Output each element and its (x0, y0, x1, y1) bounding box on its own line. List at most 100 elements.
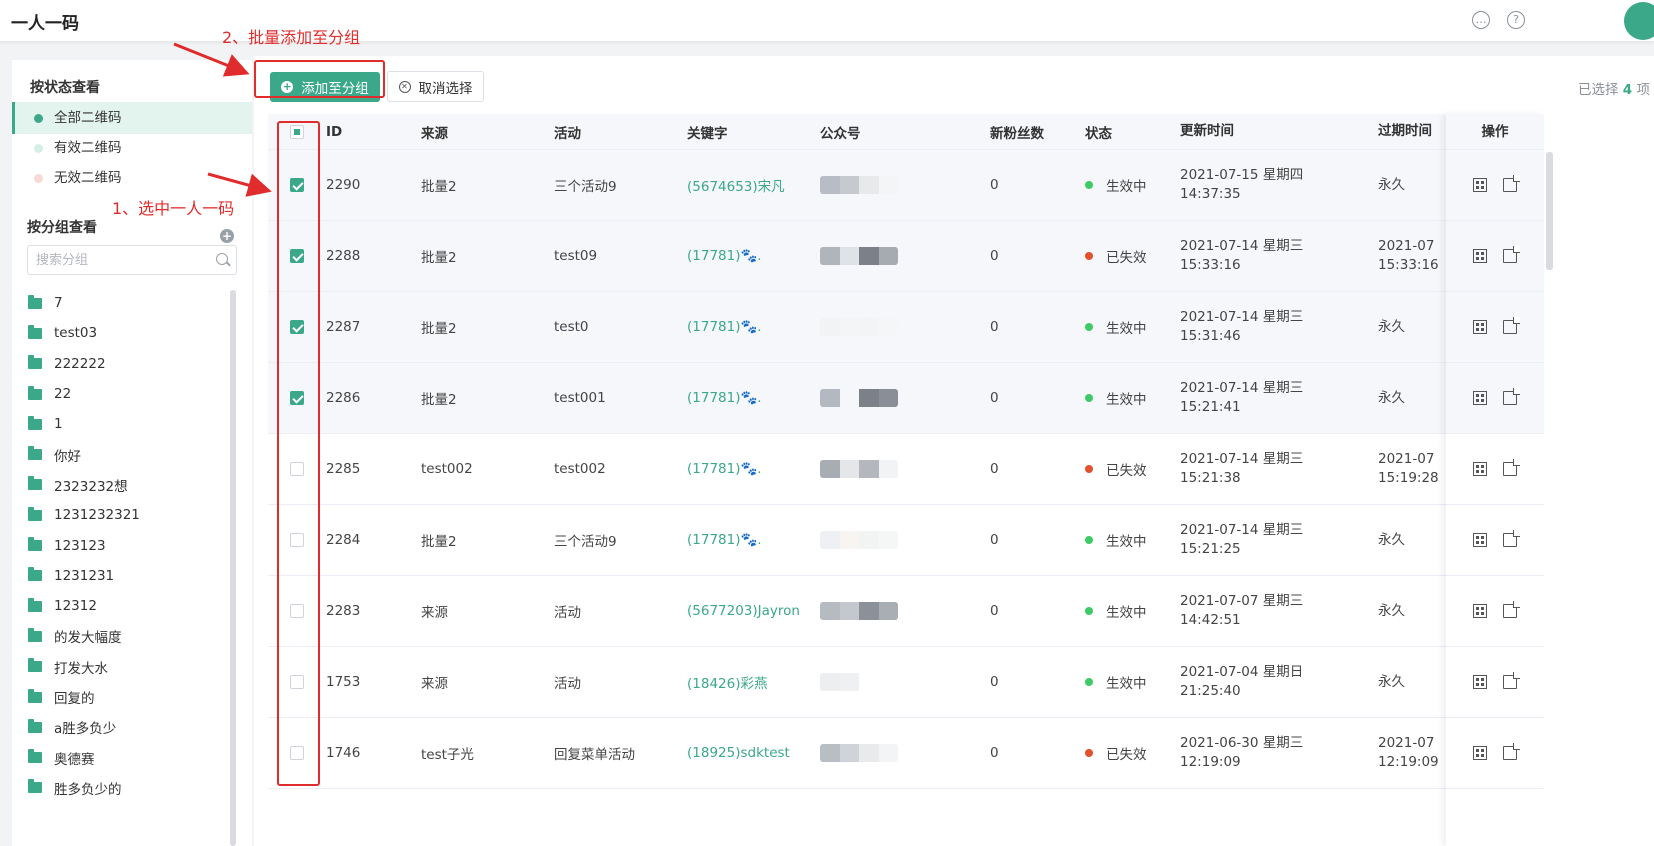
cell-new-fans: 0 (990, 745, 999, 761)
cell-id: 1753 (326, 674, 361, 690)
table-row[interactable]: 2287 批量2 test0 (17781)🐾. 0 生效中 2021-07-14 星期三 1… (268, 292, 1544, 363)
public-account-blurred (820, 389, 898, 407)
cell-expire-date: 2021-07 (1378, 735, 1435, 751)
add-group-icon[interactable]: + (220, 229, 234, 243)
header-keyword[interactable]: 关键字 (687, 122, 820, 142)
status-filter-item[interactable]: 无效二维码 (12, 162, 252, 194)
cell-keyword[interactable]: (17781)🐾. (687, 461, 820, 477)
cell-keyword[interactable]: (5674653)宋凡 (687, 175, 820, 195)
cell-source: 批量2 (421, 534, 457, 550)
qrcode-icon[interactable] (1473, 675, 1487, 689)
cell-status: 已失效 (1106, 747, 1147, 763)
status-dot-icon (1085, 536, 1093, 544)
sidebar-scrollbar[interactable] (230, 290, 236, 846)
header-updated-time[interactable]: 更新时间 (1180, 122, 1378, 141)
cell-keyword[interactable]: (18426)彩燕 (687, 672, 820, 692)
header-public-account[interactable]: 公众号 (820, 122, 990, 142)
cell-activity: 回复菜单活动 (554, 747, 635, 763)
qrcode-icon[interactable] (1473, 178, 1487, 192)
group-search-box (27, 245, 237, 275)
group-list-item[interactable]: 你好 (12, 439, 232, 469)
edit-icon[interactable] (1503, 530, 1520, 547)
group-list-item[interactable]: test03 (12, 318, 232, 348)
group-list-item[interactable]: 222222 (12, 349, 232, 379)
table-row[interactable]: 2283 来源 活动 (5677203)Jayron 0 生效中 2021-07-07 星期… (268, 576, 1544, 647)
qrcode-icon[interactable] (1473, 320, 1487, 334)
qrcode-icon[interactable] (1473, 249, 1487, 263)
avatar[interactable] (1624, 2, 1654, 40)
table-header: ID 来源 活动 关键字 公众号 新粉丝数 状态 更新时间 过期时间 (268, 114, 1544, 150)
cell-keyword[interactable]: (17781)🐾. (687, 532, 820, 548)
qrcode-icon[interactable] (1473, 604, 1487, 618)
edit-icon[interactable] (1503, 672, 1520, 689)
cell-updated-time: 15:31:46 (1180, 328, 1241, 344)
search-icon[interactable] (216, 253, 228, 265)
qrcode-icon[interactable] (1473, 391, 1487, 405)
cell-keyword[interactable]: (18925)sdktest (687, 745, 820, 761)
cell-expire-date: 永久 (1378, 602, 1405, 619)
cancel-selection-button[interactable]: ✕ 取消选择 (387, 71, 484, 102)
group-list-item[interactable]: 2323232想 (12, 470, 232, 500)
table-row[interactable]: 2290 批量2 三个活动9 (5674653)宋凡 0 生效中 2021-07-15 星期… (268, 150, 1544, 221)
group-list-item[interactable]: 22 (12, 379, 232, 409)
header-new-fans[interactable]: 新粉丝数 (990, 122, 1085, 142)
group-list-item[interactable]: 的发大幅度 (12, 621, 232, 651)
group-section-title: 按分组查看 (27, 220, 97, 236)
cell-keyword[interactable]: (17781)🐾. (687, 319, 820, 335)
edit-icon[interactable] (1503, 388, 1520, 405)
table-row[interactable]: 2288 批量2 test09 (17781)🐾. 0 已失效 2021-07-14 星期三… (268, 221, 1544, 292)
header-activity[interactable]: 活动 (554, 122, 687, 142)
folder-icon (28, 446, 42, 461)
status-dot-icon (1085, 749, 1093, 757)
header-id[interactable]: ID (326, 124, 421, 140)
status-filter-item[interactable]: 有效二维码 (12, 132, 252, 164)
group-label: 1 (54, 416, 63, 433)
cell-keyword[interactable]: (17781)🐾. (687, 248, 820, 264)
status-filter-item[interactable]: 全部二维码 (12, 102, 252, 134)
group-list-item[interactable]: 1231232321 (12, 500, 232, 530)
table-row[interactable]: 2286 批量2 test001 (17781)🐾. 0 生效中 2021-07-14 星期… (268, 363, 1544, 434)
status-dot-icon (34, 114, 43, 123)
cell-keyword[interactable]: (5677203)Jayron (687, 603, 820, 619)
cell-keyword[interactable]: (17781)🐾. (687, 390, 820, 406)
group-search-input[interactable] (36, 246, 206, 274)
group-list-item[interactable]: 打发大水 (12, 652, 232, 682)
cell-updated-time: 15:21:25 (1180, 541, 1241, 557)
header-source[interactable]: 来源 (421, 122, 554, 142)
cell-new-fans: 0 (990, 461, 999, 477)
cell-updated-date: 2021-07-14 星期三 (1180, 380, 1304, 396)
edit-icon[interactable] (1503, 601, 1520, 618)
group-list-item[interactable]: 12312 (12, 591, 232, 621)
cell-updated-time: 15:21:38 (1180, 470, 1241, 486)
group-list-item[interactable]: 奥德赛 (12, 742, 232, 772)
group-list-item[interactable]: 123123 (12, 530, 232, 560)
status-dot-icon (34, 144, 43, 153)
group-list-item[interactable]: a胜多负少 (12, 712, 232, 742)
edit-icon[interactable] (1503, 246, 1520, 263)
folder-icon (28, 658, 42, 673)
qrcode-icon[interactable] (1473, 462, 1487, 476)
help-icon[interactable]: ? (1507, 11, 1525, 29)
chat-icon[interactable]: … (1472, 11, 1490, 29)
edit-icon[interactable] (1503, 459, 1520, 476)
header-status[interactable]: 状态 (1085, 122, 1180, 142)
public-account-blurred (820, 247, 898, 265)
group-label: 回复的 (54, 691, 95, 707)
table-row[interactable]: 2284 批量2 三个活动9 (17781)🐾. 0 生效中 2021-07-14 星期三 1… (268, 505, 1544, 576)
folder-icon (28, 749, 42, 764)
group-list-item[interactable]: 回复的 (12, 682, 232, 712)
table-row[interactable]: 1753 来源 活动 (18426)彩燕 0 生效中 2021-07-04 星期日 21:25… (268, 647, 1544, 718)
qrcode-icon[interactable] (1473, 533, 1487, 547)
group-list-item[interactable]: 7 (12, 288, 232, 318)
edit-icon[interactable] (1503, 743, 1520, 760)
table-scrollbar[interactable] (1546, 152, 1553, 270)
qrcode-icon[interactable] (1473, 746, 1487, 760)
group-list-item[interactable]: 1231231 (12, 561, 232, 591)
table-row[interactable]: 1746 test子光 回复菜单活动 (18925)sdktest 0 已失效 2021-0… (268, 718, 1544, 789)
edit-icon[interactable] (1503, 175, 1520, 192)
group-list-item[interactable]: 胜多负少的 (12, 773, 232, 803)
table-row[interactable]: 2285 test002 test002 (17781)🐾. 0 已失效 2021-07-1… (268, 434, 1544, 505)
edit-icon[interactable] (1503, 317, 1520, 334)
group-list-item[interactable]: 1 (12, 409, 232, 439)
header-expire-time[interactable]: 过期时间 (1378, 122, 1438, 141)
